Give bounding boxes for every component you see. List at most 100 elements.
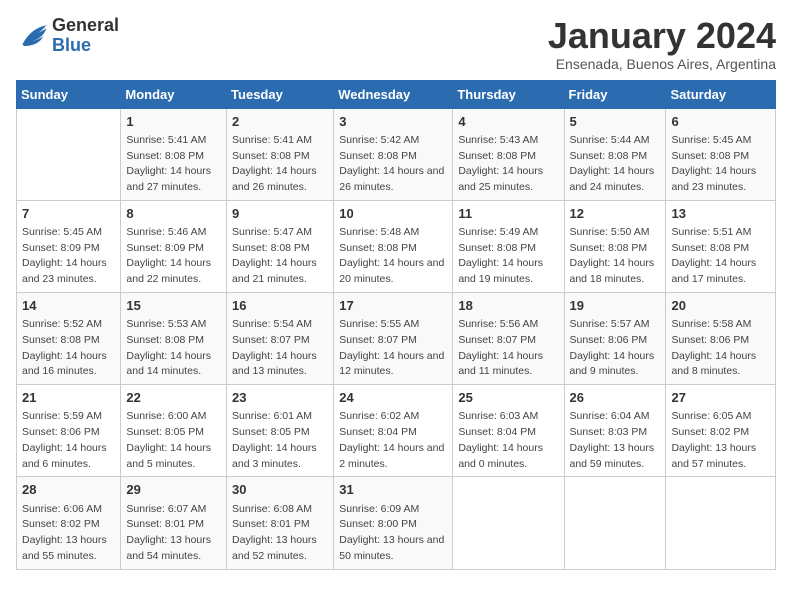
calendar-cell: 28Sunrise: 6:06 AMSunset: 8:02 PMDayligh… (17, 477, 121, 569)
calendar-cell: 4 Sunrise: 5:43 AMSunset: 8:08 PMDaylight… (453, 108, 564, 200)
day-info: Sunrise: 5:48 AMSunset: 8:08 PMDaylight:… (339, 225, 447, 288)
day-info: Sunrise: 5:58 AMSunset: 8:06 PMDaylight:… (671, 317, 770, 380)
calendar-cell: 24 Sunrise: 6:02 AMSunset: 8:04 PMDayligh… (334, 385, 453, 477)
header-thursday: Thursday (453, 80, 564, 108)
calendar-cell: 20 Sunrise: 5:58 AMSunset: 8:06 PMDayligh… (666, 292, 776, 384)
day-info: Sunrise: 5:46 AMSunset: 8:09 PMDaylight:… (126, 225, 221, 288)
day-info: Sunrise: 6:05 AMSunset: 8:02 PMDaylight:… (671, 409, 770, 472)
day-info: Sunrise: 6:03 AMSunset: 8:04 PMDaylight:… (458, 409, 558, 472)
day-info: Sunrise: 5:55 AMSunset: 8:07 PMDaylight:… (339, 317, 447, 380)
day-info: Sunrise: 5:57 AMSunset: 8:06 PMDaylight:… (570, 317, 661, 380)
day-number: 18 (458, 297, 558, 315)
day-number: 31 (339, 481, 447, 499)
calendar-table: SundayMondayTuesdayWednesdayThursdayFrid… (16, 80, 776, 570)
logo-icon (16, 22, 48, 50)
day-number: 6 (671, 113, 770, 131)
calendar-cell: 5 Sunrise: 5:44 AMSunset: 8:08 PMDaylight… (564, 108, 666, 200)
logo-blue: Blue (52, 36, 119, 56)
day-number: 17 (339, 297, 447, 315)
day-number: 13 (671, 205, 770, 223)
calendar-cell: 19 Sunrise: 5:57 AMSunset: 8:06 PMDayligh… (564, 292, 666, 384)
day-number: 20 (671, 297, 770, 315)
calendar-cell: 13 Sunrise: 5:51 AMSunset: 8:08 PMDayligh… (666, 200, 776, 292)
day-info: Sunrise: 6:09 AMSunset: 8:00 PMDaylight:… (339, 502, 447, 565)
day-number: 19 (570, 297, 661, 315)
day-number: 7 (22, 205, 115, 223)
page-header: General Blue January 2024 Ensenada, Buen… (16, 16, 776, 72)
day-number: 11 (458, 205, 558, 223)
calendar-cell: 18Sunrise: 5:56 AMSunset: 8:07 PMDayligh… (453, 292, 564, 384)
day-number: 2 (232, 113, 328, 131)
day-number: 3 (339, 113, 447, 131)
day-info: Sunrise: 5:47 AMSunset: 8:08 PMDaylight:… (232, 225, 328, 288)
calendar-cell: 17 Sunrise: 5:55 AMSunset: 8:07 PMDayligh… (334, 292, 453, 384)
day-info: Sunrise: 6:08 AMSunset: 8:01 PMDaylight:… (232, 502, 328, 565)
day-number: 26 (570, 389, 661, 407)
calendar-cell: 30 Sunrise: 6:08 AMSunset: 8:01 PMDayligh… (227, 477, 334, 569)
calendar-cell: 21Sunrise: 5:59 AMSunset: 8:06 PMDayligh… (17, 385, 121, 477)
calendar-cell: 6Sunrise: 5:45 AMSunset: 8:08 PMDaylight… (666, 108, 776, 200)
day-info: Sunrise: 5:51 AMSunset: 8:08 PMDaylight:… (671, 225, 770, 288)
day-info: Sunrise: 6:02 AMSunset: 8:04 PMDaylight:… (339, 409, 447, 472)
subtitle: Ensenada, Buenos Aires, Argentina (548, 56, 776, 72)
day-number: 25 (458, 389, 558, 407)
header-friday: Friday (564, 80, 666, 108)
day-number: 16 (232, 297, 328, 315)
calendar-cell: 2 Sunrise: 5:41 AMSunset: 8:08 PMDaylight… (227, 108, 334, 200)
day-info: Sunrise: 5:44 AMSunset: 8:08 PMDaylight:… (570, 133, 661, 196)
day-number: 10 (339, 205, 447, 223)
day-info: Sunrise: 5:59 AMSunset: 8:06 PMDaylight:… (22, 409, 115, 472)
calendar-cell: 27 Sunrise: 6:05 AMSunset: 8:02 PMDayligh… (666, 385, 776, 477)
calendar-cell: 11Sunrise: 5:49 AMSunset: 8:08 PMDayligh… (453, 200, 564, 292)
day-number: 1 (126, 113, 221, 131)
day-number: 22 (126, 389, 221, 407)
day-number: 24 (339, 389, 447, 407)
calendar-cell: 31 Sunrise: 6:09 AMSunset: 8:00 PMDayligh… (334, 477, 453, 569)
day-number: 15 (126, 297, 221, 315)
day-info: Sunrise: 5:52 AMSunset: 8:08 PMDaylight:… (22, 317, 115, 380)
day-number: 30 (232, 481, 328, 499)
day-info: Sunrise: 6:01 AMSunset: 8:05 PMDaylight:… (232, 409, 328, 472)
day-number: 14 (22, 297, 115, 315)
calendar-cell (17, 108, 121, 200)
calendar-cell: 10 Sunrise: 5:48 AMSunset: 8:08 PMDayligh… (334, 200, 453, 292)
day-info: Sunrise: 5:45 AMSunset: 8:09 PMDaylight:… (22, 225, 115, 288)
calendar-cell: 7 Sunrise: 5:45 AMSunset: 8:09 PMDaylight… (17, 200, 121, 292)
day-number: 8 (126, 205, 221, 223)
day-number: 27 (671, 389, 770, 407)
calendar-week-row: 28Sunrise: 6:06 AMSunset: 8:02 PMDayligh… (17, 477, 776, 569)
day-number: 29 (126, 481, 221, 499)
day-info: Sunrise: 5:43 AMSunset: 8:08 PMDaylight:… (458, 133, 558, 196)
logo-general: General (52, 16, 119, 36)
calendar-cell: 26 Sunrise: 6:04 AMSunset: 8:03 PMDayligh… (564, 385, 666, 477)
day-number: 5 (570, 113, 661, 131)
day-number: 28 (22, 481, 115, 499)
calendar-cell: 22 Sunrise: 6:00 AMSunset: 8:05 PMDayligh… (121, 385, 227, 477)
day-info: Sunrise: 5:41 AMSunset: 8:08 PMDaylight:… (126, 133, 221, 196)
day-info: Sunrise: 5:42 AMSunset: 8:08 PMDaylight:… (339, 133, 447, 196)
day-number: 23 (232, 389, 328, 407)
header-saturday: Saturday (666, 80, 776, 108)
logo: General Blue (16, 16, 119, 56)
day-info: Sunrise: 6:04 AMSunset: 8:03 PMDaylight:… (570, 409, 661, 472)
day-number: 12 (570, 205, 661, 223)
day-info: Sunrise: 5:41 AMSunset: 8:08 PMDaylight:… (232, 133, 328, 196)
calendar-cell: 3 Sunrise: 5:42 AMSunset: 8:08 PMDaylight… (334, 108, 453, 200)
header-monday: Monday (121, 80, 227, 108)
day-number: 9 (232, 205, 328, 223)
calendar-cell (453, 477, 564, 569)
header-wednesday: Wednesday (334, 80, 453, 108)
calendar-cell: 12 Sunrise: 5:50 AMSunset: 8:08 PMDayligh… (564, 200, 666, 292)
day-info: Sunrise: 5:50 AMSunset: 8:08 PMDaylight:… (570, 225, 661, 288)
calendar-cell (564, 477, 666, 569)
calendar-cell (666, 477, 776, 569)
header-sunday: Sunday (17, 80, 121, 108)
day-info: Sunrise: 6:00 AMSunset: 8:05 PMDaylight:… (126, 409, 221, 472)
title-block: January 2024 Ensenada, Buenos Aires, Arg… (548, 16, 776, 72)
day-number: 4 (458, 113, 558, 131)
day-info: Sunrise: 5:54 AMSunset: 8:07 PMDaylight:… (232, 317, 328, 380)
calendar-header-row: SundayMondayTuesdayWednesdayThursdayFrid… (17, 80, 776, 108)
calendar-cell: 29Sunrise: 6:07 AMSunset: 8:01 PMDayligh… (121, 477, 227, 569)
calendar-cell: 23 Sunrise: 6:01 AMSunset: 8:05 PMDayligh… (227, 385, 334, 477)
main-title: January 2024 (548, 16, 776, 56)
